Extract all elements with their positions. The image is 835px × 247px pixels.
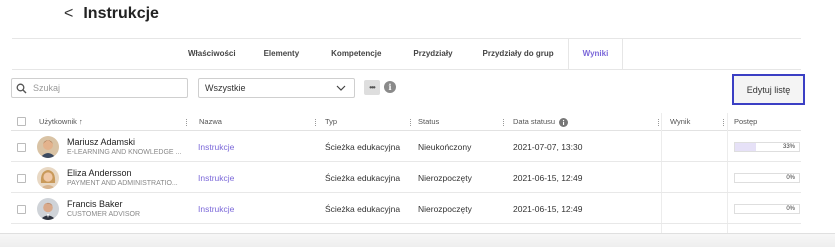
col-header-name[interactable]: Nazwa xyxy=(199,113,316,131)
info-icon[interactable]: i xyxy=(384,81,396,93)
avatar xyxy=(37,136,59,158)
page-header: < Instrukcje xyxy=(64,4,159,24)
col-header-name-label: Nazwa xyxy=(199,117,222,126)
results-table: Użytkownik ↑ Nazwa Typ Status Data statu… xyxy=(11,113,801,234)
tab-results[interactable]: Wyniki xyxy=(567,39,624,70)
item-status-date: 2021-06-15, 12:49 xyxy=(513,173,583,183)
page-title: Instrukcje xyxy=(83,5,159,22)
filter-select[interactable]: Wszystkie xyxy=(198,78,355,98)
table-row[interactable]: Eliza Andersson PAYMENT AND ADMINISTRATI… xyxy=(11,163,801,193)
more-options-button[interactable]: ••• xyxy=(364,80,380,95)
progress-label: 0% xyxy=(786,206,795,212)
user-name: Mariusz Adamski xyxy=(67,137,136,147)
table-header: Użytkownik ↑ Nazwa Typ Status Data statu… xyxy=(11,113,801,131)
progress-label: 33% xyxy=(782,144,795,150)
col-header-type[interactable]: Typ xyxy=(325,113,411,131)
col-header-progress[interactable]: Postęp xyxy=(734,113,757,131)
search-input[interactable] xyxy=(33,83,173,93)
back-chevron-icon[interactable]: < xyxy=(64,6,73,22)
col-header-status-date-label: Data statusu xyxy=(513,117,556,126)
item-status-date: 2021-06-15, 12:49 xyxy=(513,204,583,214)
col-header-user[interactable]: Użytkownik ↑ xyxy=(39,113,187,131)
user-name: Eliza Andersson xyxy=(67,168,132,178)
tab-competences[interactable]: Kompetencje xyxy=(315,39,397,69)
col-header-status-label: Status xyxy=(418,117,440,126)
select-all-checkbox[interactable] xyxy=(17,117,26,126)
user-department: PAYMENT AND ADMINISTRATIO... xyxy=(67,180,178,187)
tabs-bottom-divider xyxy=(12,69,801,70)
progress-label: 0% xyxy=(786,175,795,181)
item-type: Ścieżka edukacyjna xyxy=(325,142,401,152)
progress-bar: 0% xyxy=(734,173,800,183)
search-icon xyxy=(16,83,27,94)
search-box[interactable] xyxy=(11,78,188,98)
item-type: Ścieżka edukacyjna xyxy=(325,204,401,214)
tab-properties[interactable]: Właściwości xyxy=(176,39,248,69)
col-header-status-date[interactable]: Data statusu xyxy=(513,113,659,131)
item-name-link[interactable]: Instrukcje xyxy=(198,173,234,183)
item-name-link[interactable]: Instrukcje xyxy=(198,142,234,152)
filter-select-value: Wszystkie xyxy=(205,83,246,93)
col-header-user-label: Użytkownik ↑ xyxy=(39,117,83,126)
avatar xyxy=(37,198,59,220)
item-status: Nieukończony xyxy=(418,142,472,152)
col-header-type-label: Typ xyxy=(325,117,338,126)
row-checkbox[interactable] xyxy=(17,204,26,214)
progress-bar: 0% xyxy=(734,204,800,214)
chevron-down-icon xyxy=(336,85,346,91)
status-date-info-icon[interactable] xyxy=(559,117,569,127)
row-checkbox[interactable] xyxy=(17,142,26,152)
item-status-date: 2021-07-07, 13:30 xyxy=(513,142,583,152)
tab-bar: Właściwości Elementy Kompetencje Przydzi… xyxy=(176,39,624,70)
progress-fill xyxy=(735,143,757,151)
select-all-cell[interactable] xyxy=(17,113,26,131)
item-status: Nierozpoczęty xyxy=(418,204,472,214)
item-type: Ścieżka edukacyjna xyxy=(325,173,401,183)
tab-assignments[interactable]: Przydziały xyxy=(397,39,468,69)
item-name-link[interactable]: Instrukcje xyxy=(198,204,234,214)
user-name: Francis Baker xyxy=(67,199,123,209)
user-department: E-LEARNING AND KNOWLEDGE ... xyxy=(67,149,182,156)
col-header-result-label: Wynik xyxy=(670,117,691,126)
tab-elements[interactable]: Elementy xyxy=(248,39,316,69)
edit-list-button[interactable]: Edytuj listę xyxy=(732,74,805,105)
tab-group-assignments[interactable]: Przydziały do grup xyxy=(469,39,568,69)
col-header-progress-label: Postęp xyxy=(734,117,758,126)
col-header-status[interactable]: Status xyxy=(418,113,504,131)
avatar xyxy=(37,167,59,189)
window-bottom-edge xyxy=(0,233,835,247)
user-department: CUSTOMER ADVISOR xyxy=(67,211,140,218)
table-row[interactable]: Mariusz Adamski E-LEARNING AND KNOWLEDGE… xyxy=(11,132,801,162)
item-status: Nierozpoczęty xyxy=(418,173,472,183)
row-checkbox[interactable] xyxy=(17,173,26,183)
col-header-result[interactable]: Wynik xyxy=(670,113,724,131)
progress-bar: 33% xyxy=(734,142,800,152)
table-row[interactable]: Francis Baker CUSTOMER ADVISOR Instrukcj… xyxy=(11,194,801,224)
